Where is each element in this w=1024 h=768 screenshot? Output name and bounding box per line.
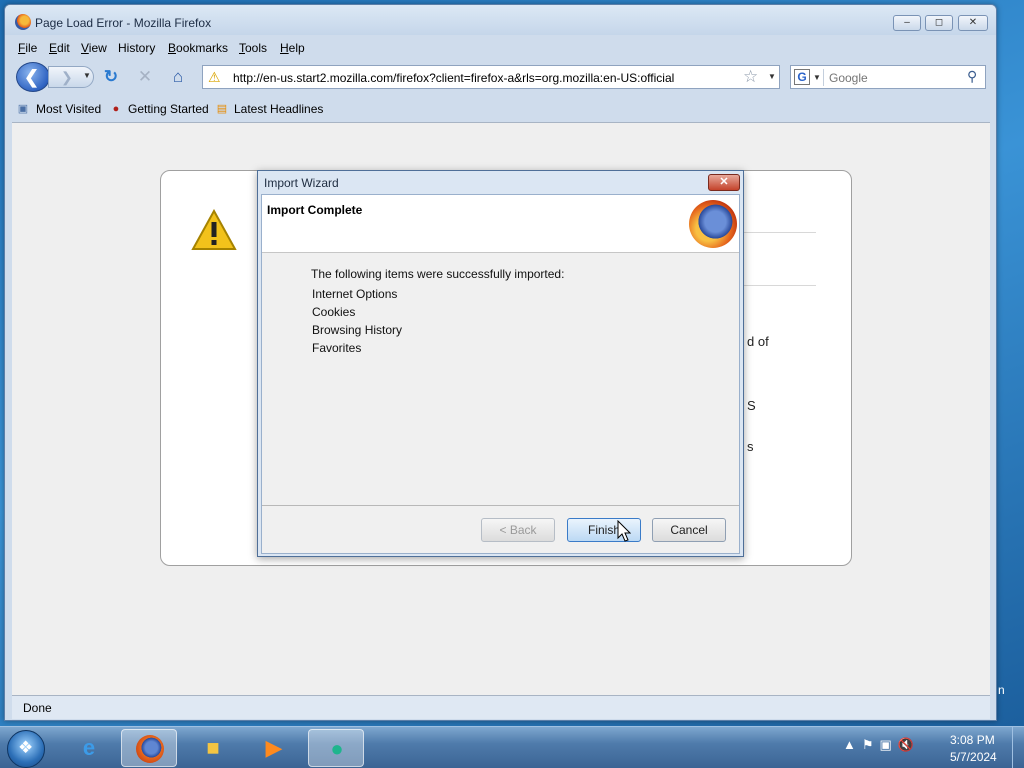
- cancel-button[interactable]: Cancel: [652, 518, 726, 542]
- minimize-button[interactable]: –: [893, 15, 921, 31]
- bookmark-most-visited[interactable]: Most Visited: [36, 102, 101, 116]
- error-text-fragment: S: [747, 398, 756, 413]
- most-visited-icon: ▣: [17, 103, 29, 115]
- desktop-text-fragment: n: [998, 683, 1005, 697]
- taskbar-explorer[interactable]: ■: [185, 729, 241, 767]
- divider: [741, 285, 816, 286]
- show-hidden-icons-icon[interactable]: ▲: [843, 737, 862, 752]
- status-bar: Done: [12, 695, 990, 719]
- back-button[interactable]: ❮: [16, 62, 50, 92]
- taskbar-internet-explorer[interactable]: e: [61, 729, 117, 767]
- dialog-divider: [262, 505, 739, 506]
- dialog-header: Import Complete: [262, 195, 739, 253]
- taskbar: ❖ e ■ ▶ ● n ▲⚑▣🔇 3:08 PM 5/7/2024: [0, 683, 1024, 768]
- dialog-heading: Import Complete: [267, 203, 363, 217]
- dialog-title: Import Wizard: [264, 176, 339, 190]
- menu-history[interactable]: History: [118, 41, 155, 55]
- bookmark-getting-started[interactable]: Getting Started: [128, 102, 209, 116]
- network-icon[interactable]: ▣: [880, 737, 898, 752]
- import-summary-text: The following items were successfully im…: [311, 267, 565, 281]
- clock-date[interactable]: 5/7/2024: [950, 750, 997, 764]
- search-box[interactable]: G ▼ ⚲: [790, 65, 986, 89]
- window-title: Page Load Error - Mozilla Firefox: [35, 16, 212, 30]
- folder-icon: ■: [206, 735, 220, 760]
- menu-help[interactable]: Help: [280, 41, 305, 55]
- warning-triangle-icon: [191, 209, 237, 250]
- forward-button[interactable]: ❯ ▼: [48, 66, 94, 88]
- import-wizard-dialog: Import Wizard ✕ Import Complete The foll…: [257, 170, 744, 557]
- close-button[interactable]: ✕: [958, 15, 988, 31]
- search-input[interactable]: [823, 69, 963, 86]
- taskbar-media-player[interactable]: ▶: [246, 729, 302, 767]
- menu-file[interactable]: File: [18, 41, 37, 55]
- media-player-icon: ▶: [265, 735, 283, 760]
- history-dropdown-icon[interactable]: ▼: [83, 71, 91, 80]
- navigation-toolbar: ❮ ❯ ▼ ↻ ✕ ⌂ ⚠ http://en-us.start2.mozill…: [5, 59, 996, 95]
- firefox-logo-icon: [689, 200, 737, 248]
- getting-started-icon: ●: [112, 103, 120, 115]
- action-center-flag-icon[interactable]: ⚑: [862, 737, 880, 752]
- menu-edit[interactable]: Edit: [49, 41, 70, 55]
- back-arrow-icon: ❮: [24, 67, 40, 87]
- firefox-taskbar-icon: [136, 735, 164, 763]
- menu-bookmarks[interactable]: Bookmarks: [168, 41, 228, 55]
- taskbar-app[interactable]: ●: [308, 729, 364, 767]
- home-icon[interactable]: ⌂: [168, 67, 188, 87]
- url-dropdown-icon[interactable]: ▼: [768, 72, 776, 81]
- volume-muted-icon[interactable]: 🔇: [898, 737, 920, 752]
- imported-item: Cookies: [312, 305, 356, 319]
- bookmark-latest-headlines[interactable]: Latest Headlines: [234, 102, 323, 116]
- search-icon[interactable]: ⚲: [967, 68, 977, 85]
- mouse-cursor-icon: [617, 520, 631, 542]
- error-text-fragment: s: [747, 439, 754, 454]
- error-text-fragment: d of: [747, 334, 769, 349]
- back-button-dialog[interactable]: < Back: [481, 518, 555, 542]
- dialog-body: The following items were successfully im…: [262, 254, 739, 504]
- dialog-close-button[interactable]: ✕: [708, 174, 740, 191]
- system-tray: ▲⚑▣🔇: [843, 737, 920, 753]
- menu-tools[interactable]: Tools: [239, 41, 267, 55]
- imported-item: Internet Options: [312, 287, 398, 301]
- internet-explorer-icon: e: [82, 735, 96, 760]
- taskbar-firefox[interactable]: [121, 729, 177, 767]
- engine-dropdown-icon[interactable]: ▼: [813, 73, 821, 82]
- google-engine-icon[interactable]: G: [794, 69, 810, 85]
- warning-icon: ⚠: [208, 69, 221, 85]
- clock-time[interactable]: 3:08 PM: [950, 733, 995, 747]
- menu-view[interactable]: View: [81, 41, 107, 55]
- show-desktop-button[interactable]: [1012, 727, 1024, 768]
- reload-icon[interactable]: ↻: [101, 67, 121, 87]
- windows-logo-icon: ❖: [18, 738, 34, 757]
- firefox-icon: [15, 14, 31, 30]
- bookmark-star-icon[interactable]: ☆: [743, 67, 758, 87]
- divider: [741, 232, 816, 233]
- imported-item: Browsing History: [312, 323, 403, 337]
- start-button[interactable]: ❖: [7, 730, 45, 768]
- dialog-content: Import Complete The following items were…: [261, 194, 740, 554]
- app-circle-icon: ●: [330, 736, 344, 761]
- menu-bar: File Edit View History Bookmarks Tools H…: [5, 37, 996, 57]
- maximize-button[interactable]: ◻: [925, 15, 953, 31]
- url-bar[interactable]: ⚠ http://en-us.start2.mozilla.com/firefo…: [202, 65, 780, 89]
- status-text: Done: [23, 701, 52, 715]
- title-bar: Page Load Error - Mozilla Firefox – ◻ ✕: [5, 5, 996, 35]
- imported-item: Favorites: [312, 341, 362, 355]
- forward-arrow-icon: ❯: [61, 69, 73, 85]
- url-text[interactable]: http://en-us.start2.mozilla.com/firefox?…: [233, 71, 674, 85]
- stop-icon[interactable]: ✕: [135, 67, 155, 87]
- rss-feed-icon: ▤: [216, 103, 228, 115]
- bookmarks-toolbar: ▣ Most Visited ● Getting Started ▤ Lates…: [5, 97, 996, 121]
